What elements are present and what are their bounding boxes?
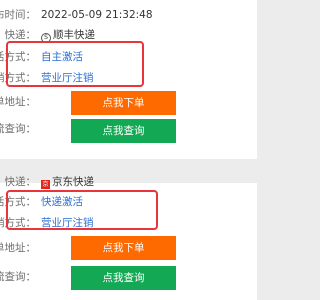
tracking-label-2: 物流查询： [0,271,36,283]
courier-value-wrap-2: 京京东快递 [41,175,94,189]
publish-time-value: 2022-05-09 21:32:48 [41,9,153,21]
order-label: 下单地址： [0,96,36,108]
highlight-box-1 [6,41,144,87]
order-button-2[interactable]: 点我下单 [71,236,176,260]
tracking-button-2[interactable]: 点我查询 [71,266,176,290]
order-button[interactable]: 点我下单 [71,91,176,115]
courier-name-2: 京东快递 [52,176,94,188]
tracking-button[interactable]: 点我查询 [71,119,176,143]
order-label-2: 下单地址： [0,242,36,254]
tracking-label: 物流查询： [0,123,36,135]
courier-label-2: 快递： [4,176,37,188]
highlight-box-2 [6,190,158,230]
publish-time-label: 发布时间： [0,9,36,21]
courier-name: 顺丰快递 [53,29,95,41]
jd-express-icon: 京 [41,180,50,189]
courier-label: 快递： [4,29,37,41]
